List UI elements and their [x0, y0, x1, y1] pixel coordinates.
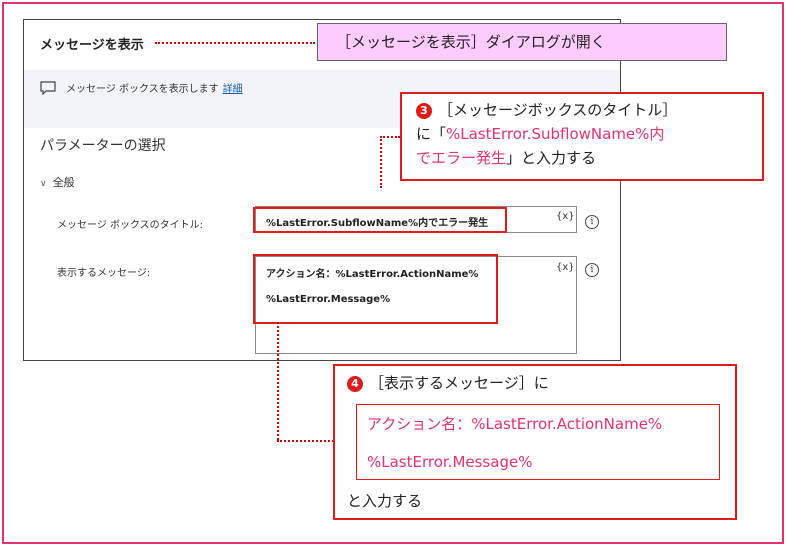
step4-line2: %LastError.Message%: [367, 453, 533, 471]
variable-button[interactable]: {x}: [556, 262, 575, 273]
title-field-label: メッセージ ボックスのタイトル:: [57, 220, 204, 231]
group-label: 全般: [52, 176, 75, 189]
step4-sample-box: アクション名：%LastError.ActionName% %LastError…: [356, 404, 720, 480]
message-field-label: 表示するメッセージ:: [57, 268, 151, 279]
info-icon[interactable]: i: [585, 215, 599, 229]
variable-button[interactable]: {x}: [556, 211, 575, 222]
dialog-description: メッセージ ボックスを表示します 詳細: [66, 84, 243, 95]
group-general-toggle[interactable]: ∨ 全般: [40, 174, 75, 190]
section-title: パラメーターの選択: [40, 138, 166, 154]
step4-heading: ［表示するメッセージ］に: [369, 374, 549, 392]
step4-line1: アクション名：%LastError.ActionName%: [367, 415, 663, 433]
title-highlight-box: [253, 207, 507, 233]
details-link[interactable]: 詳細: [223, 84, 243, 95]
dialog-open-callout: ［メッセージを表示］ダイアログが開く: [317, 23, 727, 61]
connector-dots: [277, 440, 334, 442]
step3-line2-prefix: に「: [416, 125, 447, 143]
step3-callout: 3 ［メッセージボックスのタイトル］ に「%LastError.SubflowNa…: [400, 92, 764, 181]
message-box-icon: [40, 81, 56, 95]
connector-dots: [380, 136, 400, 138]
connector-dots: [277, 322, 279, 440]
connector-dots: [380, 136, 382, 188]
chevron-down-icon: ∨: [40, 179, 47, 189]
message-highlight-box: [253, 254, 498, 324]
step-badge: 4: [347, 376, 363, 392]
step3-line1: ［メッセージボックスのタイトル］: [438, 101, 678, 119]
step4-tail: と入力する: [347, 492, 423, 510]
step4-callout: 4 ［表示するメッセージ］に アクション名：%LastError.ActionNa…: [333, 364, 737, 520]
step3-line3-highlight: でエラー発生: [416, 149, 507, 167]
info-icon[interactable]: i: [585, 263, 599, 277]
message-dialog: メッセージを表示 メッセージ ボックスを表示します 詳細 パラメーターの選択 ∨ 全…: [23, 19, 621, 361]
step3-line3-suffix: 」と入力する: [506, 149, 597, 167]
connector-dots: [155, 42, 315, 44]
step-badge: 3: [416, 103, 432, 119]
dialog-title: メッセージを表示: [40, 38, 144, 53]
step3-line2-highlight: %LastError.SubflowName%内: [446, 125, 665, 143]
